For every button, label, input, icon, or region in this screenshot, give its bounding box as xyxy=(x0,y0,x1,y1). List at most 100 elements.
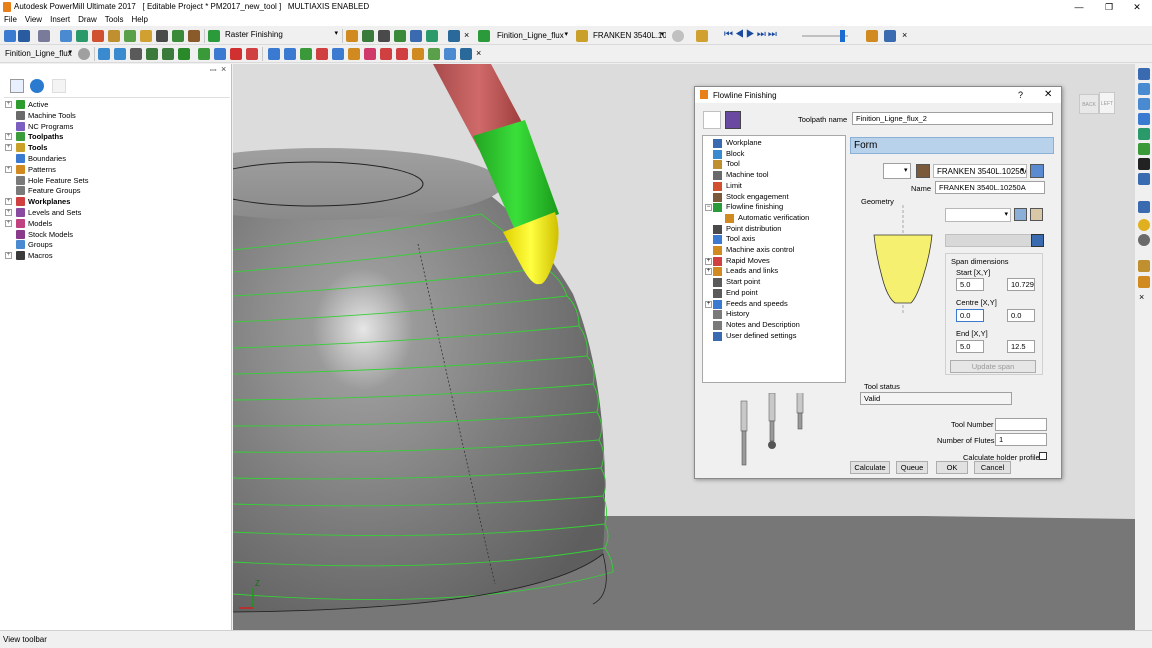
toolpath-icon[interactable] xyxy=(76,30,88,42)
view-icon-13[interactable] xyxy=(460,48,472,60)
start-y-input[interactable]: 10.7295 xyxy=(1007,278,1035,291)
print-icon[interactable] xyxy=(38,30,50,42)
tool-icon[interactable] xyxy=(108,30,120,42)
tool-combo-dialog[interactable]: FRANKEN 3540L.10250A ▾ xyxy=(933,164,1027,178)
expand-toggle-icon[interactable]: + xyxy=(5,144,12,152)
view-icon-11[interactable] xyxy=(428,48,440,60)
boundary-icon[interactable] xyxy=(92,30,104,42)
view-icon-5[interactable] xyxy=(332,48,344,60)
queue-button[interactable]: Queue xyxy=(896,461,928,474)
toolbar2-close-x[interactable]: × xyxy=(476,48,481,58)
expand-toggle-icon[interactable]: + xyxy=(705,300,712,308)
edit-icon-8[interactable] xyxy=(214,48,226,60)
holder-icon[interactable] xyxy=(1138,276,1150,288)
wireframe-icon[interactable] xyxy=(1138,173,1150,185)
menu-help[interactable]: Help xyxy=(127,14,151,24)
save-span-icon[interactable] xyxy=(1031,234,1044,247)
panel-pin-icon[interactable]: ꟷ xyxy=(210,65,217,76)
list-icon[interactable] xyxy=(378,30,390,42)
blank-tab-icon[interactable] xyxy=(52,79,66,93)
close-window-button[interactable]: ✕ xyxy=(1122,0,1152,14)
maximize-button[interactable]: ❐ xyxy=(1094,0,1124,14)
speed-slider-thumb[interactable] xyxy=(840,30,845,42)
collision-icon[interactable] xyxy=(410,30,422,42)
start-x-input[interactable]: 5.0 xyxy=(956,278,984,291)
edit-icon-5[interactable] xyxy=(162,48,174,60)
leads-icon[interactable] xyxy=(140,30,152,42)
update-span-button[interactable]: Update span xyxy=(950,360,1036,373)
span-selector[interactable]: ▾ xyxy=(945,208,1011,222)
feeds-icon[interactable] xyxy=(124,30,136,42)
minimize-button[interactable]: — xyxy=(1064,0,1094,14)
edit-tool-icon[interactable] xyxy=(1030,164,1044,178)
menu-draw[interactable]: Draw xyxy=(74,14,101,24)
bulb-icon[interactable] xyxy=(672,30,684,42)
toolpath-combo-2[interactable]: Finition_Ligne_flux ▾ xyxy=(2,47,74,61)
view-icon-9[interactable] xyxy=(396,48,408,60)
view-icon-2[interactable] xyxy=(284,48,296,60)
tool-combo[interactable]: FRANKEN 3540L.10 ▾ xyxy=(590,29,666,43)
view-icon-6[interactable] xyxy=(348,48,360,60)
help-button[interactable]: ? xyxy=(1018,90,1023,100)
expand-toggle-icon[interactable]: + xyxy=(5,198,12,206)
view-icon-1[interactable] xyxy=(268,48,280,60)
save-icon[interactable] xyxy=(18,30,30,42)
model-shade-icon[interactable] xyxy=(1138,201,1150,213)
simulation-step-icon[interactable] xyxy=(696,30,708,42)
tool-view-icon[interactable] xyxy=(1138,260,1150,272)
tree-tab-icon[interactable] xyxy=(10,79,24,93)
toolpath-combo[interactable]: Finition_Ligne_flux ▾ xyxy=(494,29,570,43)
refresh-icon[interactable] xyxy=(1138,143,1150,155)
view-tool-icon[interactable] xyxy=(448,30,460,42)
globe-tab-icon[interactable] xyxy=(30,79,44,93)
view-iso-icon[interactable] xyxy=(1138,68,1150,80)
startpoint-icon[interactable] xyxy=(172,30,184,42)
edit-icon-2[interactable] xyxy=(114,48,126,60)
ok-button[interactable]: OK xyxy=(936,461,968,474)
toolbar-close-x[interactable]: × xyxy=(464,30,469,40)
draw-icon[interactable] xyxy=(78,48,90,60)
sim-exit-icon[interactable] xyxy=(884,30,896,42)
expand-toggle-icon[interactable]: + xyxy=(5,133,12,141)
view-icon-7[interactable] xyxy=(364,48,376,60)
globe-icon[interactable] xyxy=(1138,234,1150,246)
expand-toggle-icon[interactable]: + xyxy=(5,209,12,216)
cancel-icon[interactable] xyxy=(246,48,258,60)
gouge-icon[interactable] xyxy=(426,30,438,42)
view-icon-8[interactable] xyxy=(380,48,392,60)
tool-number-input[interactable] xyxy=(995,418,1047,431)
block-icon[interactable] xyxy=(60,30,72,42)
view-top-icon[interactable] xyxy=(1138,83,1150,95)
menu-tools[interactable]: Tools xyxy=(101,14,128,24)
end-x-input[interactable]: 5.0 xyxy=(956,340,984,353)
simulate-icon[interactable] xyxy=(394,30,406,42)
view-side-icon[interactable] xyxy=(1138,113,1150,125)
edit-icon-6[interactable] xyxy=(178,48,190,60)
centre-y-input[interactable]: 0.0 xyxy=(1007,309,1035,322)
tool-type-selector[interactable]: ▾ xyxy=(883,163,911,179)
edit-icon-1[interactable] xyxy=(98,48,110,60)
dialog-close-button[interactable]: ✕ xyxy=(1044,89,1052,100)
view-icon-3[interactable] xyxy=(300,48,312,60)
strategy-selector[interactable]: Raster Finishing ▾ xyxy=(222,28,340,42)
view-icon-12[interactable] xyxy=(444,48,456,60)
sim-option-icon[interactable] xyxy=(866,30,878,42)
expand-toggle-icon[interactable]: + xyxy=(705,257,712,265)
material-icon[interactable] xyxy=(1138,219,1150,231)
calculate-button[interactable]: Calculate xyxy=(850,461,890,474)
tool-database-icon[interactable] xyxy=(916,164,930,178)
cancel-button[interactable]: Cancel xyxy=(974,461,1011,474)
delete-icon[interactable] xyxy=(230,48,242,60)
expand-toggle-icon[interactable]: + xyxy=(5,219,12,227)
view-icon-4[interactable] xyxy=(316,48,328,60)
view-cube-back[interactable]: BACK xyxy=(1079,94,1099,114)
view-cube[interactable]: BACK LEFT xyxy=(1075,84,1121,120)
edit-icon-3[interactable] xyxy=(130,48,142,60)
strategy-picture-icon[interactable] xyxy=(703,111,721,129)
playback-controls[interactable]: ⏮◀▶⏭⏭ xyxy=(724,29,779,40)
add-span-icon[interactable] xyxy=(1014,208,1027,221)
edit-icon-4[interactable] xyxy=(146,48,158,60)
view-icon-10[interactable] xyxy=(412,48,424,60)
verify-icon[interactable] xyxy=(362,30,374,42)
menu-file[interactable]: File xyxy=(0,14,21,24)
